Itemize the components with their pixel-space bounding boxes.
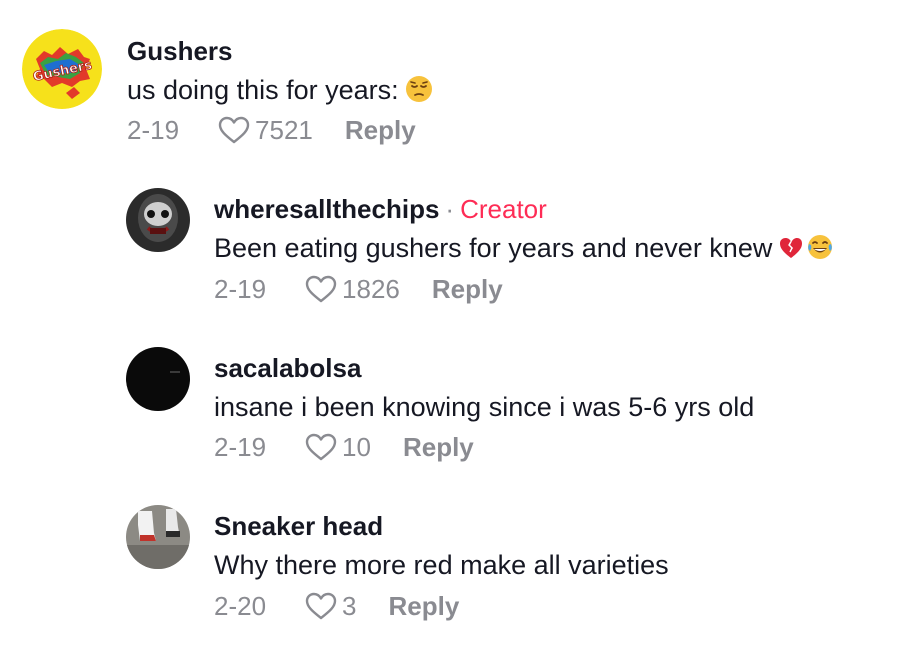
comment-date: 2-19 — [214, 273, 267, 304]
comment-username-row: wheresallthechips · Creator — [214, 194, 547, 224]
avatar-photo-icon — [126, 188, 190, 252]
comments-list: Gushers Gushers us doing this for years:… — [0, 0, 918, 656]
avatar[interactable]: Gushers — [22, 29, 102, 109]
like-button[interactable]: 3 — [304, 590, 357, 622]
avatar-photo-icon — [126, 347, 190, 411]
comment-username[interactable]: Sneaker head — [214, 511, 383, 541]
comment-username[interactable]: Gushers — [127, 36, 233, 66]
comment-date: 2-19 — [214, 431, 267, 462]
avatar[interactable] — [126, 347, 190, 411]
comment-username[interactable]: wheresallthechips — [214, 194, 439, 224]
comment-meta: 2-19 7521 Reply — [127, 113, 416, 147]
like-count: 3 — [342, 590, 357, 621]
reply-button[interactable]: Reply — [403, 432, 474, 463]
heart-icon — [218, 116, 250, 144]
comment-text: Been eating gushers for years and never … — [214, 232, 834, 268]
comment-meta: 2-19 1826 Reply — [214, 272, 503, 306]
comment-date: 2-20 — [214, 590, 267, 621]
heart-icon — [305, 592, 337, 620]
comment-text: Why there more red make all varieties — [214, 550, 669, 580]
like-count: 10 — [342, 431, 371, 462]
comment-username[interactable]: sacalabolsa — [214, 353, 361, 383]
gushers-logo-icon: Gushers — [22, 29, 102, 109]
like-count: 7521 — [255, 114, 313, 145]
like-button[interactable]: 1826 — [304, 274, 400, 305]
like-count: 1826 — [342, 273, 400, 304]
tears-of-joy-face-icon — [806, 233, 834, 268]
comment-meta: 2-19 10 Reply — [214, 430, 474, 464]
avatar[interactable] — [126, 188, 190, 252]
comment-text-body: Been eating gushers for years and never … — [214, 233, 773, 263]
like-button[interactable]: 10 — [304, 432, 371, 463]
comment-date: 2-19 — [127, 114, 180, 145]
reply-button[interactable]: Reply — [389, 591, 460, 622]
creator-badge: Creator — [460, 194, 547, 224]
reply-button[interactable]: Reply — [345, 115, 416, 146]
heart-icon — [305, 433, 337, 461]
reply-button[interactable]: Reply — [432, 274, 503, 305]
comment-text-body: us doing this for years: — [127, 75, 399, 105]
creator-separator: · — [445, 194, 455, 224]
broken-heart-icon — [778, 235, 804, 268]
avatar-photo-icon — [126, 505, 190, 569]
pensive-face-icon — [405, 75, 433, 110]
comment-meta: 2-20 3 Reply — [214, 589, 459, 623]
like-button[interactable]: 7521 — [217, 115, 313, 146]
avatar[interactable] — [126, 505, 190, 569]
comment-text: insane i been knowing since i was 5-6 yr… — [214, 392, 755, 422]
heart-icon — [305, 275, 337, 303]
comment-text: us doing this for years: — [127, 74, 433, 110]
